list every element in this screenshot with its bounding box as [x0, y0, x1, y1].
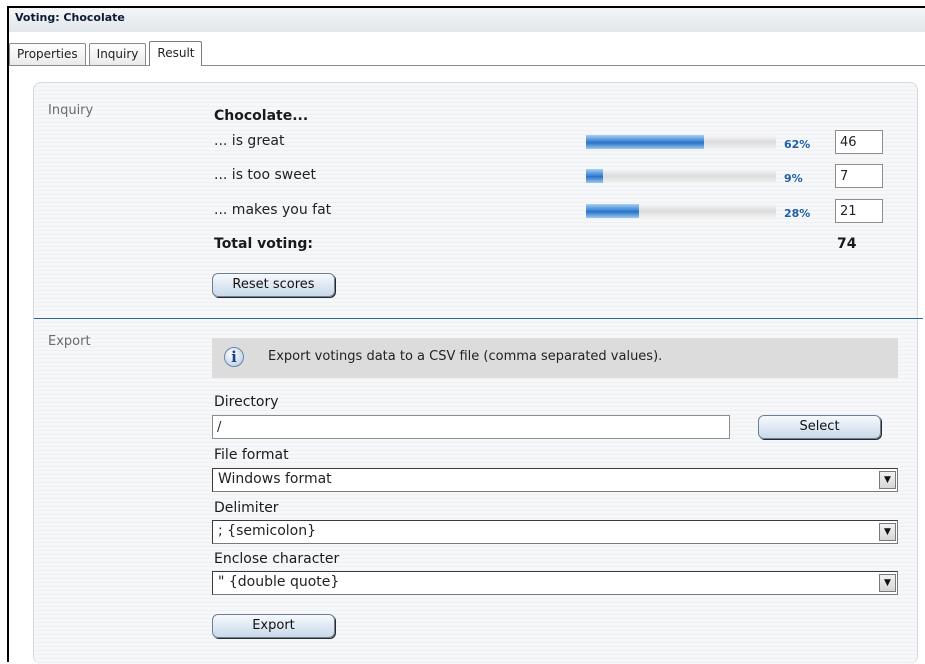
tab-result[interactable]: Result	[149, 41, 203, 66]
answer-label-great: ... is great	[214, 133, 285, 149]
chevron-down-icon[interactable]: ▼	[879, 574, 896, 592]
answer-bar-sweet	[586, 169, 776, 183]
answer-label-fat: ... makes you fat	[214, 202, 332, 218]
directory-input[interactable]	[212, 415, 730, 439]
total-voting-label: Total voting:	[214, 236, 313, 252]
inquiry-section-label: Inquiry	[48, 103, 94, 118]
question-heading: Chocolate...	[214, 108, 309, 124]
enclose-label: Enclose character	[214, 551, 340, 567]
answer-percent-sweet: 9%	[784, 172, 803, 185]
enclose-select[interactable]: " {double quote} ▼	[212, 571, 898, 595]
delimiter-label: Delimiter	[214, 500, 279, 516]
enclose-value: " {double quote}	[218, 574, 340, 590]
chevron-down-icon[interactable]: ▼	[879, 471, 896, 489]
total-voting-value: 74	[837, 236, 857, 252]
answer-count-sweet[interactable]	[835, 164, 883, 188]
section-divider	[34, 318, 923, 319]
answer-count-fat[interactable]	[835, 199, 883, 223]
tab-inquiry[interactable]: Inquiry	[88, 43, 147, 65]
answer-bar-fill-great	[586, 135, 704, 149]
answer-label-sweet: ... is too sweet	[214, 167, 316, 183]
voting-window: Voting: Chocolate Properties Inquiry Res…	[7, 6, 925, 664]
file-format-select[interactable]: Windows format ▼	[212, 468, 898, 492]
answer-bar-fill-sweet	[586, 169, 604, 183]
file-format-label: File format	[214, 447, 289, 463]
answer-percent-fat: 28%	[784, 207, 811, 220]
tab-bar: Properties Inquiry Result	[9, 32, 925, 66]
result-panel: Inquiry Chocolate... ... is great 62% ..…	[33, 82, 923, 664]
file-format-value: Windows format	[218, 471, 332, 487]
answer-bar-fill-fat	[586, 204, 640, 218]
reset-scores-button[interactable]: Reset scores	[212, 273, 335, 297]
export-info-text: Export votings data to a CSV file (comma…	[268, 349, 663, 364]
window-title: Voting: Chocolate	[9, 8, 925, 32]
directory-select-button[interactable]: Select	[758, 415, 881, 439]
answer-bar-great	[586, 135, 776, 149]
info-icon: i	[224, 347, 244, 367]
answer-percent-great: 62%	[784, 138, 811, 151]
directory-label: Directory	[214, 394, 279, 410]
export-button[interactable]: Export	[212, 614, 335, 638]
delimiter-select[interactable]: ; {semicolon} ▼	[212, 520, 898, 544]
answer-bar-fat	[586, 204, 776, 218]
export-section-label: Export	[48, 334, 91, 349]
export-info-box: i Export votings data to a CSV file (com…	[212, 338, 898, 378]
chevron-down-icon[interactable]: ▼	[879, 523, 896, 541]
delimiter-value: ; {semicolon}	[218, 523, 317, 539]
tab-properties[interactable]: Properties	[9, 43, 86, 65]
answer-count-great[interactable]	[835, 130, 883, 154]
